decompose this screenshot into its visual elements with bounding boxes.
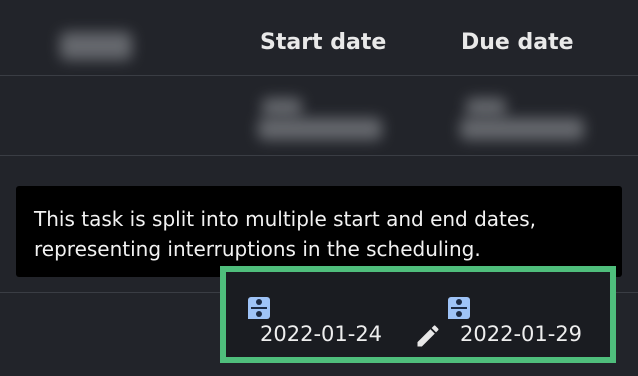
highlighted-date-cell: 2022-01-24 2022-01-29 — [220, 266, 616, 363]
blurred-due-date-part — [466, 98, 506, 116]
blurred-column-header — [60, 32, 132, 60]
row-divider — [0, 155, 638, 156]
column-header-start-date[interactable]: Start date — [260, 30, 386, 55]
blurred-due-date — [460, 118, 584, 140]
task-table: Start date Due date This task is split i… — [0, 0, 638, 376]
blurred-start-date — [258, 118, 382, 140]
split-schedule-icon[interactable] — [448, 297, 470, 319]
split-schedule-tooltip: This task is split into multiple start a… — [16, 186, 622, 285]
tooltip-text: This task is split into multiple start a… — [34, 207, 536, 261]
start-date-value[interactable]: 2022-01-24 — [260, 322, 382, 346]
split-schedule-icon[interactable] — [248, 297, 270, 319]
pencil-icon[interactable] — [414, 322, 442, 350]
due-date-value[interactable]: 2022-01-29 — [460, 322, 582, 346]
row-divider — [0, 75, 638, 76]
blurred-start-date-part — [262, 98, 302, 116]
column-header-due-date[interactable]: Due date — [461, 30, 574, 55]
